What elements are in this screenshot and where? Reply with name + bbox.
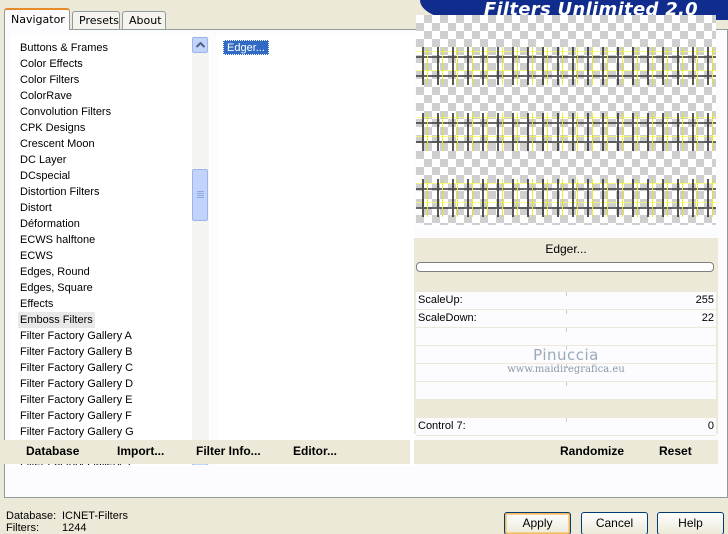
category-item[interactable]: DC Layer [18, 152, 68, 168]
preview-band [416, 179, 716, 217]
param-label: ScaleUp: [418, 294, 463, 306]
category-item[interactable]: DCspecial [18, 168, 72, 184]
param-value: 22 [701, 312, 714, 324]
category-scrollbar[interactable] [192, 36, 209, 465]
reset-button[interactable]: Reset [659, 444, 692, 458]
tab-navigator[interactable]: Navigator [4, 8, 70, 30]
category-item[interactable]: Filter Factory Gallery A [18, 328, 134, 344]
selected-filter-name: Edger... [545, 242, 587, 256]
category-item[interactable]: Filter Factory Gallery E [18, 392, 134, 408]
preview-image [416, 15, 716, 225]
scroll-thumb[interactable] [192, 169, 208, 221]
footer-info: Database: ICNET-Filters Filters: 1244 [6, 510, 128, 534]
progress-bar [416, 262, 714, 272]
category-item[interactable]: Convolution Filters [18, 104, 113, 120]
category-item[interactable]: CPK Designs [18, 120, 87, 136]
watermark: Pinuccia www.maidiregrafica.eu [416, 346, 716, 375]
category-item[interactable]: Buttons & Frames [18, 40, 110, 56]
category-item[interactable]: Edges, Round [18, 264, 92, 280]
database-value: ICNET-Filters [62, 510, 128, 522]
filters-count-value: 1244 [62, 522, 87, 534]
category-item[interactable]: Color Effects [18, 56, 85, 72]
category-item[interactable]: Effects [18, 296, 55, 312]
preview-band [416, 113, 716, 151]
filter-item-edger[interactable]: Edger... [223, 40, 269, 55]
param-row[interactable] [416, 382, 716, 400]
category-item[interactable]: Distort [18, 200, 54, 216]
preview-band [416, 47, 716, 85]
watermark-name: Pinuccia [533, 346, 599, 364]
category-item[interactable]: ColorRave [18, 88, 74, 104]
param-value: 0 [707, 420, 714, 432]
category-item[interactable]: Filter Factory Gallery B [18, 344, 134, 360]
param-row[interactable]: ScaleUp: 255 [416, 292, 716, 310]
category-item[interactable]: Filter Factory Gallery G [18, 424, 136, 440]
filter-list[interactable]: Edger... [217, 35, 415, 466]
chevron-up-icon [196, 42, 205, 48]
category-item[interactable]: ECWS halftone [18, 232, 97, 248]
cancel-button[interactable]: Cancel [581, 512, 648, 534]
category-item[interactable]: Emboss Filters [18, 312, 95, 328]
param-row[interactable] [416, 328, 716, 346]
category-item[interactable]: Filter Factory Gallery C [18, 360, 135, 376]
right-action-bar: Randomize Reset [414, 440, 718, 464]
category-item[interactable]: Color Filters [18, 72, 81, 88]
category-item[interactable]: Edges, Square [18, 280, 95, 296]
filter-info-button[interactable]: Filter Info... [196, 444, 261, 458]
param-row[interactable]: Control 7: 0 [416, 418, 716, 436]
left-action-bar: Database Import... Filter Info... Editor… [4, 440, 410, 464]
category-item[interactable]: Filter Factory Gallery F [18, 408, 134, 424]
filters-count-label: Filters: [6, 522, 39, 534]
editor-button[interactable]: Editor... [293, 444, 337, 458]
randomize-button[interactable]: Randomize [560, 444, 624, 458]
category-list[interactable]: Buttons & Frames Color Effects Color Filte… [10, 35, 210, 466]
category-item[interactable]: Filter Factory Gallery D [18, 376, 135, 392]
tab-about[interactable]: About [122, 11, 166, 29]
category-item[interactable]: ECWS [18, 248, 55, 264]
apply-button[interactable]: Apply [504, 512, 571, 534]
category-item[interactable]: Crescent Moon [18, 136, 97, 152]
import-button[interactable]: Import... [117, 444, 164, 458]
scroll-up-button[interactable] [192, 37, 208, 53]
param-label: ScaleDown: [418, 312, 477, 324]
tab-presets[interactable]: Presets [72, 11, 120, 29]
database-label: Database: [6, 510, 57, 522]
help-button[interactable]: Help [657, 512, 724, 534]
category-item[interactable]: Distortion Filters [18, 184, 101, 200]
database-button[interactable]: Database [26, 444, 79, 458]
param-value: 255 [695, 294, 714, 306]
category-item[interactable]: Déformation [18, 216, 82, 232]
param-label: Control 7: [418, 420, 466, 432]
param-row[interactable]: ScaleDown: 22 [416, 310, 716, 328]
watermark-url: www.maidiregrafica.eu [507, 364, 625, 375]
